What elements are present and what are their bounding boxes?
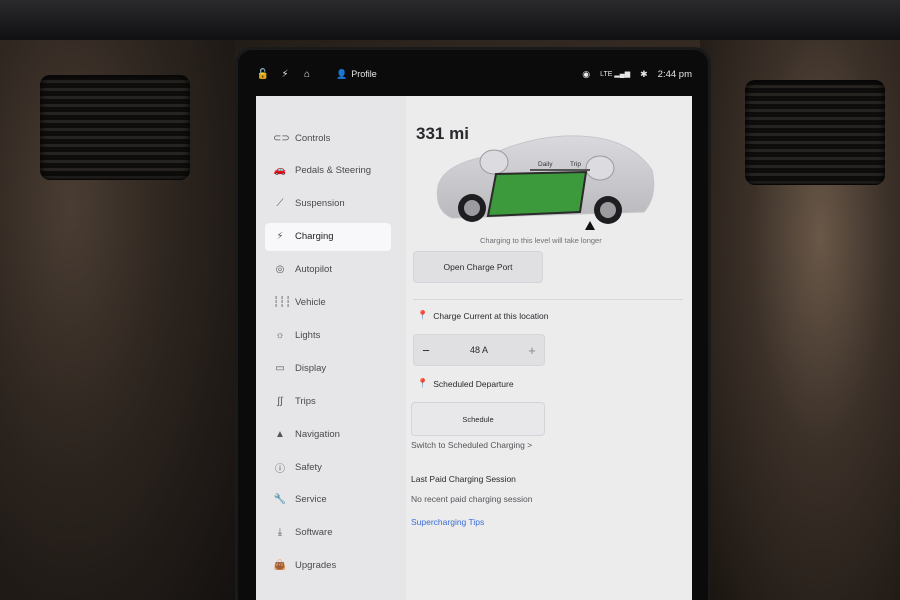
sidebar-item-label: Suspension: [295, 198, 345, 210]
charge-current-value: 48 A: [469, 345, 489, 355]
charge-limit-marker: [585, 221, 595, 230]
sidebar-item-trips[interactable]: ∫∫ Trips: [265, 387, 391, 415]
download-icon: ⤓: [277, 527, 283, 539]
trips-icon: ∫∫: [277, 395, 283, 407]
air-vent-right: [745, 80, 885, 185]
steering-wheel-icon: ◎: [275, 264, 285, 276]
sidebar-item-label: Pedals & Steering: [295, 165, 372, 177]
sidebar-item-service[interactable]: 🔧 Service: [265, 486, 391, 514]
touchscreen: ⊂⊃ Controls 🚗 Pedals & Steering ⟋ Suspension ⚡…: [256, 96, 692, 600]
profile-label: Profile: [351, 69, 377, 79]
car-charge-illustration[interactable]: Daily Trip: [430, 126, 662, 236]
slider-label-trip: Trip: [570, 161, 581, 168]
sliders-icon: ┆┆┆: [273, 297, 292, 308]
charge-current-text: Charge Current at this location: [433, 310, 549, 321]
slider-label-daily: Daily: [538, 161, 553, 168]
sidebar-item-lights[interactable]: ☼ Lights: [265, 321, 391, 349]
alert-circle-icon: ⓘ: [275, 463, 285, 475]
sidebar-item-label: Trips: [295, 395, 316, 407]
navigation-arrow-icon: ▲: [275, 428, 285, 440]
open-charge-port-button[interactable]: Open Charge Port: [413, 251, 543, 283]
sidebar-item-software[interactable]: ⤓ Software: [265, 519, 391, 547]
decrease-current-button[interactable]: −: [414, 343, 438, 358]
sidebar-item-label: Software: [295, 527, 333, 539]
sidebar-item-upgrades[interactable]: 👜 Upgrades: [265, 552, 391, 580]
lte-signal-icon: LTE ▂▄▆: [600, 71, 631, 78]
clock: 2:44 pm: [657, 68, 692, 80]
service-wrench-icon: 🔧: [273, 494, 287, 506]
sidebar-item-label: Lights: [295, 329, 321, 341]
sidebar-item-pedals-steering[interactable]: 🚗 Pedals & Steering: [265, 157, 391, 185]
location-pin-icon: 📍: [417, 378, 429, 388]
sidebar-item-label: Charging: [295, 231, 334, 243]
sidebar-item-suspension[interactable]: ⟋ Suspension: [265, 190, 391, 218]
profile-button[interactable]: 👤 Profile: [336, 69, 377, 80]
last-session-value: No recent paid charging session: [411, 494, 533, 504]
charging-panel: 331 mi Daily Trip Charging to this level…: [406, 96, 692, 600]
sidebar-item-autopilot[interactable]: ◎ Autopilot: [265, 256, 391, 284]
location-pin-icon: 📍: [417, 310, 429, 320]
sentry-icon[interactable]: ◉: [582, 69, 590, 80]
scheduled-departure-label: 📍 Scheduled Departure: [417, 378, 514, 389]
charge-limit-track: [530, 169, 590, 171]
sidebar-item-display[interactable]: ▭ Display: [265, 354, 391, 382]
sidebar-item-label: Vehicle: [295, 297, 326, 308]
status-bar: 🔓 ⚡ ⌂ 👤 Profile ◉ LTE ▂▄▆ ✱ 2:44 pm: [256, 64, 692, 84]
charge-current-label: 📍 Charge Current at this location: [417, 310, 549, 321]
sidebar-item-controls[interactable]: ⊂⊃ Controls: [265, 124, 391, 152]
lock-icon[interactable]: 🔓: [256, 67, 270, 81]
sun-icon: ☼: [275, 329, 285, 341]
sidebar-item-label: Autopilot: [295, 264, 332, 276]
garage-icon[interactable]: ⌂: [300, 67, 314, 81]
sidebar-item-label: Navigation: [295, 428, 340, 440]
increase-current-button[interactable]: +: [520, 343, 544, 358]
sidebar-item-navigation[interactable]: ▲ Navigation: [265, 420, 391, 448]
wrench-icon: ⟋: [276, 198, 284, 210]
windshield-strip: [0, 0, 900, 40]
last-session-title: Last Paid Charging Session: [411, 474, 516, 484]
wheel-rear-top: [479, 149, 509, 175]
bolt-icon: ⚡: [276, 231, 284, 243]
display-icon: ▭: [275, 362, 285, 374]
bolt-icon[interactable]: ⚡: [278, 67, 292, 81]
sidebar-item-safety[interactable]: ⓘ Safety: [265, 453, 391, 481]
car-icon: 🚗: [273, 165, 287, 177]
sidebar-item-label: Controls: [295, 132, 331, 144]
sidebar-item-charging[interactable]: ⚡ Charging: [265, 222, 391, 251]
air-vent-left: [40, 75, 190, 180]
supercharging-tips-link[interactable]: Supercharging Tips: [411, 517, 484, 527]
bluetooth-icon[interactable]: ✱: [640, 69, 648, 80]
sidebar-item-label: Service: [295, 494, 327, 506]
toggle-icon: ⊂⊃: [273, 132, 290, 144]
sidebar-item-label: Upgrades: [295, 560, 337, 572]
charge-hint: Charging to this level will take longer: [480, 236, 602, 245]
charge-current-stepper: − 48 A +: [413, 334, 545, 366]
wheel-front-top: [585, 155, 615, 181]
battery-pack: [486, 170, 588, 218]
scheduled-departure-text: Scheduled Departure: [433, 378, 514, 389]
sidebar-item-label: Display: [295, 362, 327, 374]
switch-scheduled-charging-link[interactable]: Switch to Scheduled Charging >: [411, 440, 532, 450]
bag-icon: 👜: [273, 560, 287, 572]
schedule-button[interactable]: Schedule: [411, 402, 545, 436]
person-icon: 👤: [336, 68, 348, 79]
divider: [413, 299, 683, 300]
settings-sidebar: ⊂⊃ Controls 🚗 Pedals & Steering ⟋ Suspension ⚡…: [256, 96, 406, 600]
sidebar-item-label: Safety: [295, 461, 322, 473]
sidebar-item-vehicle[interactable]: ┆┆┆ Vehicle: [265, 289, 391, 317]
